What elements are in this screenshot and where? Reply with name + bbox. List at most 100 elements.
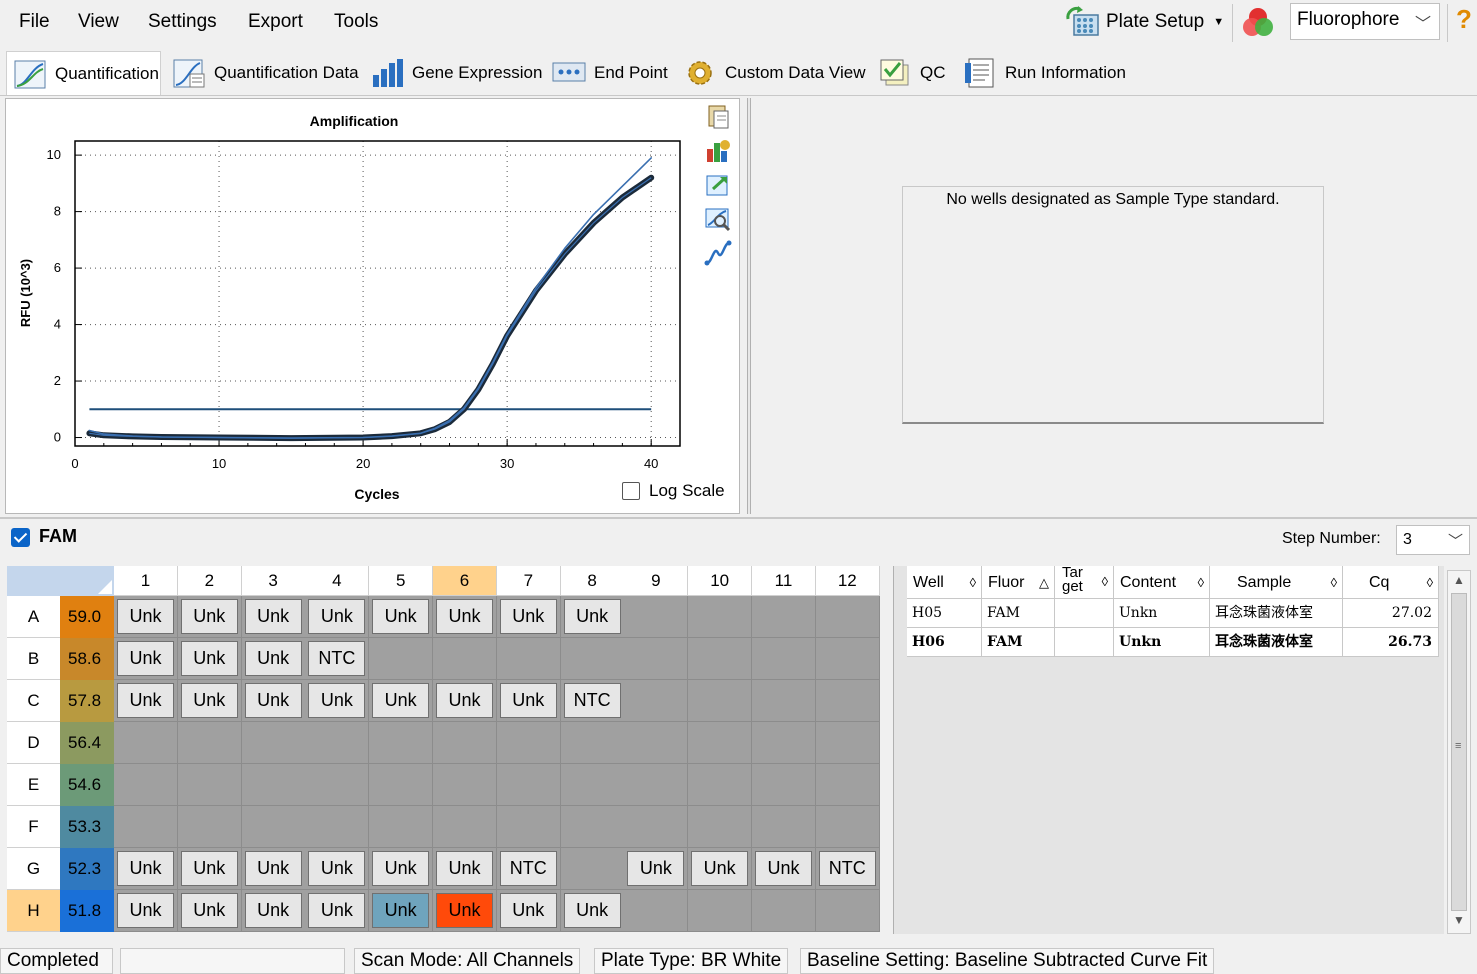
select-all-wells-corner[interactable] — [7, 566, 114, 596]
plate-well-A10[interactable] — [688, 596, 753, 638]
chart-settings-icon[interactable] — [704, 137, 732, 165]
plate-well-B9[interactable] — [624, 638, 689, 680]
plate-well-A3[interactable]: Unk — [241, 596, 306, 638]
column-header-fluor[interactable]: Fluor △ — [982, 566, 1055, 599]
tab-quantification-data[interactable]: Quantification Data — [166, 51, 365, 95]
plate-well-H2[interactable]: Unk — [177, 890, 242, 932]
plate-well-E4[interactable] — [305, 764, 370, 806]
plate-column-header-11[interactable]: 11 — [752, 566, 816, 596]
tab-custom-data-view[interactable]: Custom Data View — [677, 51, 871, 95]
plate-column-header-1[interactable]: 1 — [114, 566, 178, 596]
plate-well-F9[interactable] — [624, 806, 689, 848]
plate-row-header-A[interactable]: A — [7, 596, 60, 638]
amplification-curve-1[interactable] — [86, 174, 655, 442]
plate-well-D11[interactable] — [752, 722, 816, 764]
plate-well-F11[interactable] — [752, 806, 816, 848]
plate-well-E11[interactable] — [752, 764, 816, 806]
plate-column-header-3[interactable]: 3 — [241, 566, 306, 596]
checkbox-box[interactable] — [622, 482, 640, 500]
plate-well-G12[interactable]: NTC — [815, 848, 880, 890]
plate-well-F7[interactable] — [496, 806, 561, 848]
plate-column-header-5[interactable]: 5 — [369, 566, 434, 596]
plate-well-B10[interactable] — [688, 638, 753, 680]
plate-well-D7[interactable] — [496, 722, 561, 764]
plate-well-B5[interactable] — [369, 638, 434, 680]
plate-well-D9[interactable] — [624, 722, 689, 764]
plate-row-header-C[interactable]: C — [7, 680, 60, 722]
plate-well-D3[interactable] — [241, 722, 306, 764]
plate-well-D2[interactable] — [177, 722, 242, 764]
plate-row-header-E[interactable]: E — [7, 764, 60, 806]
plate-well-F6[interactable] — [433, 806, 497, 848]
plate-well-H11[interactable] — [752, 890, 816, 932]
amplification-curve-2[interactable] — [88, 157, 652, 439]
plate-well-B6[interactable] — [433, 638, 497, 680]
plate-well-D6[interactable] — [433, 722, 497, 764]
plate-well-D1[interactable] — [114, 722, 178, 764]
scroll-up-icon[interactable]: ▲ — [1450, 573, 1468, 591]
plate-row-header-G[interactable]: G — [7, 848, 60, 890]
plate-column-header-12[interactable]: 12 — [815, 566, 880, 596]
plate-well-G3[interactable]: Unk — [241, 848, 306, 890]
plate-column-header-8[interactable]: 8 — [560, 566, 625, 596]
plate-well-C3[interactable]: Unk — [241, 680, 306, 722]
plate-well-E2[interactable] — [177, 764, 242, 806]
plate-well-H7[interactable]: Unk — [496, 890, 561, 932]
plate-column-header-2[interactable]: 2 — [177, 566, 242, 596]
plate-well-E3[interactable] — [241, 764, 306, 806]
tab-end-point[interactable]: End Point — [546, 51, 674, 95]
plate-well-E5[interactable] — [369, 764, 434, 806]
amplification-curves[interactable] — [86, 157, 655, 442]
plate-well-E8[interactable] — [560, 764, 625, 806]
plate-well-F2[interactable] — [177, 806, 242, 848]
copy-icon[interactable] — [704, 103, 732, 131]
plate-well-C5[interactable]: Unk — [369, 680, 434, 722]
plate-well-B7[interactable] — [496, 638, 561, 680]
plate-column-header-4[interactable]: 4 — [305, 566, 370, 596]
plate-well-G9[interactable]: Unk — [624, 848, 689, 890]
plate-well-C10[interactable] — [688, 680, 753, 722]
plate-well-H12[interactable] — [815, 890, 880, 932]
plate-column-header-7[interactable]: 7 — [496, 566, 561, 596]
results-scrollbar[interactable]: ▲ ≡ ▼ — [1447, 570, 1471, 934]
plate-well-C12[interactable] — [815, 680, 880, 722]
plate-column-header-9[interactable]: 9 — [624, 566, 689, 596]
plate-well-G11[interactable]: Unk — [752, 848, 816, 890]
plate-well-F5[interactable] — [369, 806, 434, 848]
plate-well-C6[interactable]: Unk — [433, 680, 497, 722]
plate-row-header-D[interactable]: D — [7, 722, 60, 764]
plate-well-D12[interactable] — [815, 722, 880, 764]
plate-well-C2[interactable]: Unk — [177, 680, 242, 722]
tab-run-information[interactable]: Run Information — [957, 51, 1132, 95]
plate-well-F4[interactable] — [305, 806, 370, 848]
plate-well-G7[interactable]: NTC — [496, 848, 561, 890]
plate-well-F1[interactable] — [114, 806, 178, 848]
plate-well-E1[interactable] — [114, 764, 178, 806]
plate-well-A11[interactable] — [752, 596, 816, 638]
plate-well-A7[interactable]: Unk — [496, 596, 561, 638]
help-icon[interactable]: ? — [1456, 4, 1472, 35]
plate-well-B3[interactable]: Unk — [241, 638, 306, 680]
plate-well-C7[interactable]: Unk — [496, 680, 561, 722]
plate-well-B2[interactable]: Unk — [177, 638, 242, 680]
plate-well-C11[interactable] — [752, 680, 816, 722]
column-header-cq[interactable]: Cq ◊ — [1343, 566, 1439, 599]
plate-well-H10[interactable] — [688, 890, 753, 932]
plate-well-G10[interactable]: Unk — [688, 848, 753, 890]
menu-view[interactable]: View — [74, 9, 123, 35]
plate-well-G6[interactable]: Unk — [433, 848, 497, 890]
plate-well-A5[interactable]: Unk — [369, 596, 434, 638]
plate-well-E10[interactable] — [688, 764, 753, 806]
plate-well-G2[interactable]: Unk — [177, 848, 242, 890]
plate-well-H1[interactable]: Unk — [114, 890, 178, 932]
plate-well-B1[interactable]: Unk — [114, 638, 178, 680]
plate-well-F3[interactable] — [241, 806, 306, 848]
column-header-well[interactable]: Well ◊ — [907, 566, 982, 599]
plate-well-C9[interactable] — [624, 680, 689, 722]
menu-export[interactable]: Export — [244, 9, 307, 35]
plate-well-A12[interactable] — [815, 596, 880, 638]
fam-checkbox[interactable] — [11, 528, 30, 547]
plate-well-F10[interactable] — [688, 806, 753, 848]
plate-well-H9[interactable] — [624, 890, 689, 932]
plate-row-header-B[interactable]: B — [7, 638, 60, 680]
